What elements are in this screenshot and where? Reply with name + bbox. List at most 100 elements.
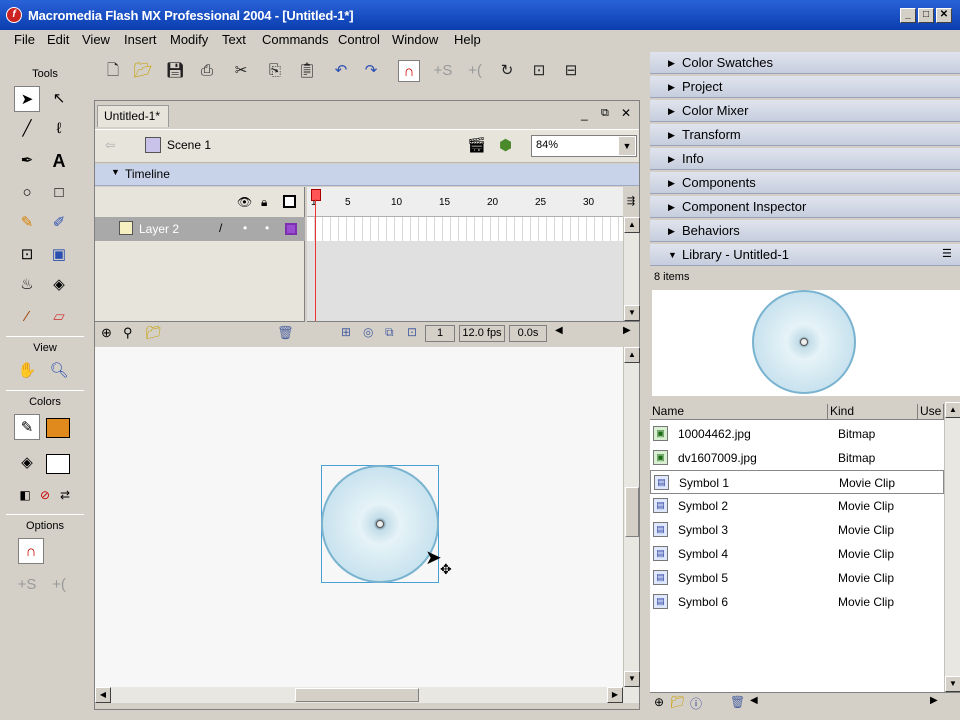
scroll-left-icon[interactable]: ◀ <box>750 695 758 706</box>
menu-help[interactable]: Help <box>454 32 481 47</box>
column-name[interactable]: Name <box>652 404 828 420</box>
panel-transform[interactable]: Transform <box>650 124 960 146</box>
open-file-icon[interactable]: 📂︎ <box>132 60 154 82</box>
library-item-selected[interactable]: ▤ Symbol 1 Movie Clip <box>650 470 944 494</box>
rotate-icon[interactable]: ↻ <box>496 60 518 82</box>
panel-color-swatches[interactable]: Color Swatches <box>650 52 960 74</box>
scroll-right-icon[interactable]: ▶ <box>607 687 623 703</box>
paint-bucket-tool-icon[interactable]: ◈ <box>46 272 72 298</box>
layer-outline-color[interactable] <box>285 223 297 235</box>
scroll-down-icon[interactable]: ▼ <box>624 305 640 321</box>
free-transform-tool-icon[interactable]: ⊡ <box>14 242 40 268</box>
frame-view-menu-icon[interactable]: ⇶ <box>623 187 639 217</box>
playhead-handle[interactable] <box>311 189 321 201</box>
document-tab[interactable]: Untitled-1* <box>97 105 169 127</box>
delete-layer-icon[interactable]: 🗑︎ <box>277 325 294 341</box>
outline-icon[interactable] <box>283 195 296 208</box>
close-button[interactable]: ✕ <box>936 8 952 23</box>
panel-info[interactable]: Info <box>650 148 960 170</box>
chevron-down-icon[interactable]: ▼ <box>619 137 635 155</box>
scale-icon[interactable]: ⊡ <box>528 60 550 82</box>
copy-icon[interactable]: ⎘ <box>264 60 286 82</box>
ink-bottle-tool-icon[interactable]: ♨ <box>14 272 40 298</box>
zoom-select[interactable]: 84% ▼ <box>531 135 637 157</box>
column-kind[interactable]: Kind <box>830 404 918 420</box>
stage-vertical-scrollbar[interactable]: ▲ ▼ <box>623 347 640 687</box>
edit-multiple-frames-icon[interactable]: ⊡ <box>407 325 417 339</box>
eye-icon[interactable]: 👁︎ <box>237 195 252 209</box>
brush-tool-icon[interactable]: ✐ <box>46 210 72 236</box>
layer-row[interactable]: Layer 2 / • • <box>95 217 305 241</box>
text-tool-icon[interactable]: A <box>46 148 72 174</box>
onion-outline-icon[interactable]: ⧉ <box>385 325 394 340</box>
straighten-icon[interactable]: +( <box>464 60 486 82</box>
frame-rate[interactable]: 12.0 fps <box>459 325 505 342</box>
snap-magnet-icon[interactable]: ∩ <box>398 60 420 82</box>
align-icon[interactable]: ⊟ <box>560 60 582 82</box>
column-use[interactable]: Use <box>920 404 944 420</box>
library-vertical-scrollbar[interactable]: ▲ ▼ <box>944 402 960 692</box>
arrow-tool-icon[interactable]: ➤ <box>14 86 40 112</box>
library-item[interactable]: ▣ 10004462.jpg Bitmap <box>650 422 944 446</box>
library-item[interactable]: ▣ dv1607009.jpg Bitmap <box>650 446 944 470</box>
swap-colors-icon[interactable]: ⇄ <box>52 482 78 508</box>
menu-insert[interactable]: Insert <box>124 32 157 47</box>
menu-text[interactable]: Text <box>222 32 246 47</box>
scroll-thumb[interactable] <box>625 487 639 537</box>
paste-icon[interactable]: 📋︎ <box>296 60 318 82</box>
fill-color-swatch[interactable] <box>46 418 70 438</box>
scroll-right-icon[interactable]: ▶ <box>930 695 938 706</box>
panel-behaviors[interactable]: Behaviors <box>650 220 960 242</box>
scroll-up-icon[interactable]: ▲ <box>945 402 960 418</box>
menu-file[interactable]: File <box>14 32 35 47</box>
layer-visible-dot[interactable]: • <box>243 221 247 235</box>
library-item[interactable]: ▤ Symbol 2 Movie Clip <box>650 494 944 518</box>
new-file-icon[interactable]: 🗋 <box>102 60 124 82</box>
rectangle-tool-icon[interactable]: □ <box>46 180 72 206</box>
panel-project[interactable]: Project <box>650 76 960 98</box>
scroll-left-icon[interactable]: ◀ <box>95 687 111 703</box>
new-symbol-icon[interactable]: ⊕ <box>654 695 664 709</box>
properties-icon[interactable]: ⓘ <box>690 695 702 712</box>
panel-component-inspector[interactable]: Component Inspector <box>650 196 960 218</box>
zoom-tool-icon[interactable]: 🔍︎ <box>46 358 72 384</box>
edit-symbols-icon[interactable]: ⬢ <box>499 136 512 154</box>
subselect-tool-icon[interactable]: ↖ <box>46 86 72 112</box>
straighten-icon[interactable]: +( <box>46 572 72 598</box>
panel-options-menu-icon[interactable]: ☰ <box>942 247 952 260</box>
scroll-right-icon[interactable]: ▶ <box>623 325 631 336</box>
doc-close-icon[interactable]: ✕ <box>621 106 631 120</box>
edit-scene-icon[interactable]: 🎬︎ <box>467 136 486 154</box>
menu-edit[interactable]: Edit <box>47 32 69 47</box>
doc-restore-icon[interactable]: ⧉ <box>601 107 609 120</box>
snap-magnet-icon[interactable]: ∩ <box>18 538 44 564</box>
save-icon[interactable]: 💾︎ <box>164 60 186 82</box>
lock-icon[interactable]: 🔒︎ <box>261 195 267 210</box>
panel-color-mixer[interactable]: Color Mixer <box>650 100 960 122</box>
scroll-thumb[interactable] <box>295 688 419 702</box>
new-folder-icon[interactable]: 📁︎ <box>670 695 685 709</box>
timeline-ruler[interactable]: 1 5 10 15 20 25 30 <box>307 187 623 217</box>
cut-icon[interactable]: ✂ <box>230 60 252 82</box>
menu-view[interactable]: View <box>82 32 110 47</box>
eyedropper-tool-icon[interactable]: ⁄ <box>14 304 40 330</box>
back-arrow-icon[interactable]: ⇦ <box>105 138 115 152</box>
center-frame-icon[interactable]: ⊞ <box>341 325 351 339</box>
scene-label[interactable]: Scene 1 <box>167 138 211 152</box>
onion-skin-icon[interactable]: ◎ <box>363 325 373 339</box>
stage[interactable]: ➤ ✥ <box>95 347 623 687</box>
stage-horizontal-scrollbar[interactable]: ◀ ▶ <box>95 687 639 703</box>
add-guide-layer-icon[interactable]: ⚲ <box>123 325 133 341</box>
add-layer-icon[interactable]: ⊕ <box>101 325 112 341</box>
smooth-icon[interactable]: +S <box>14 572 40 598</box>
scroll-up-icon[interactable]: ▲ <box>624 347 640 363</box>
minimize-button[interactable]: _ <box>900 8 916 23</box>
print-icon[interactable]: ⎙ <box>196 60 218 82</box>
doc-minimize-icon[interactable]: _ <box>581 107 588 121</box>
fill-bucket-icon[interactable]: ◈ <box>14 450 40 476</box>
layer-lock-dot[interactable]: • <box>265 221 269 235</box>
library-item[interactable]: ▤ Symbol 5 Movie Clip <box>650 566 944 590</box>
pencil-tool-icon[interactable]: ✎ <box>14 210 40 236</box>
menu-window[interactable]: Window <box>392 32 438 47</box>
timeline-scrollbar[interactable]: ▲ ▼ <box>623 217 640 321</box>
